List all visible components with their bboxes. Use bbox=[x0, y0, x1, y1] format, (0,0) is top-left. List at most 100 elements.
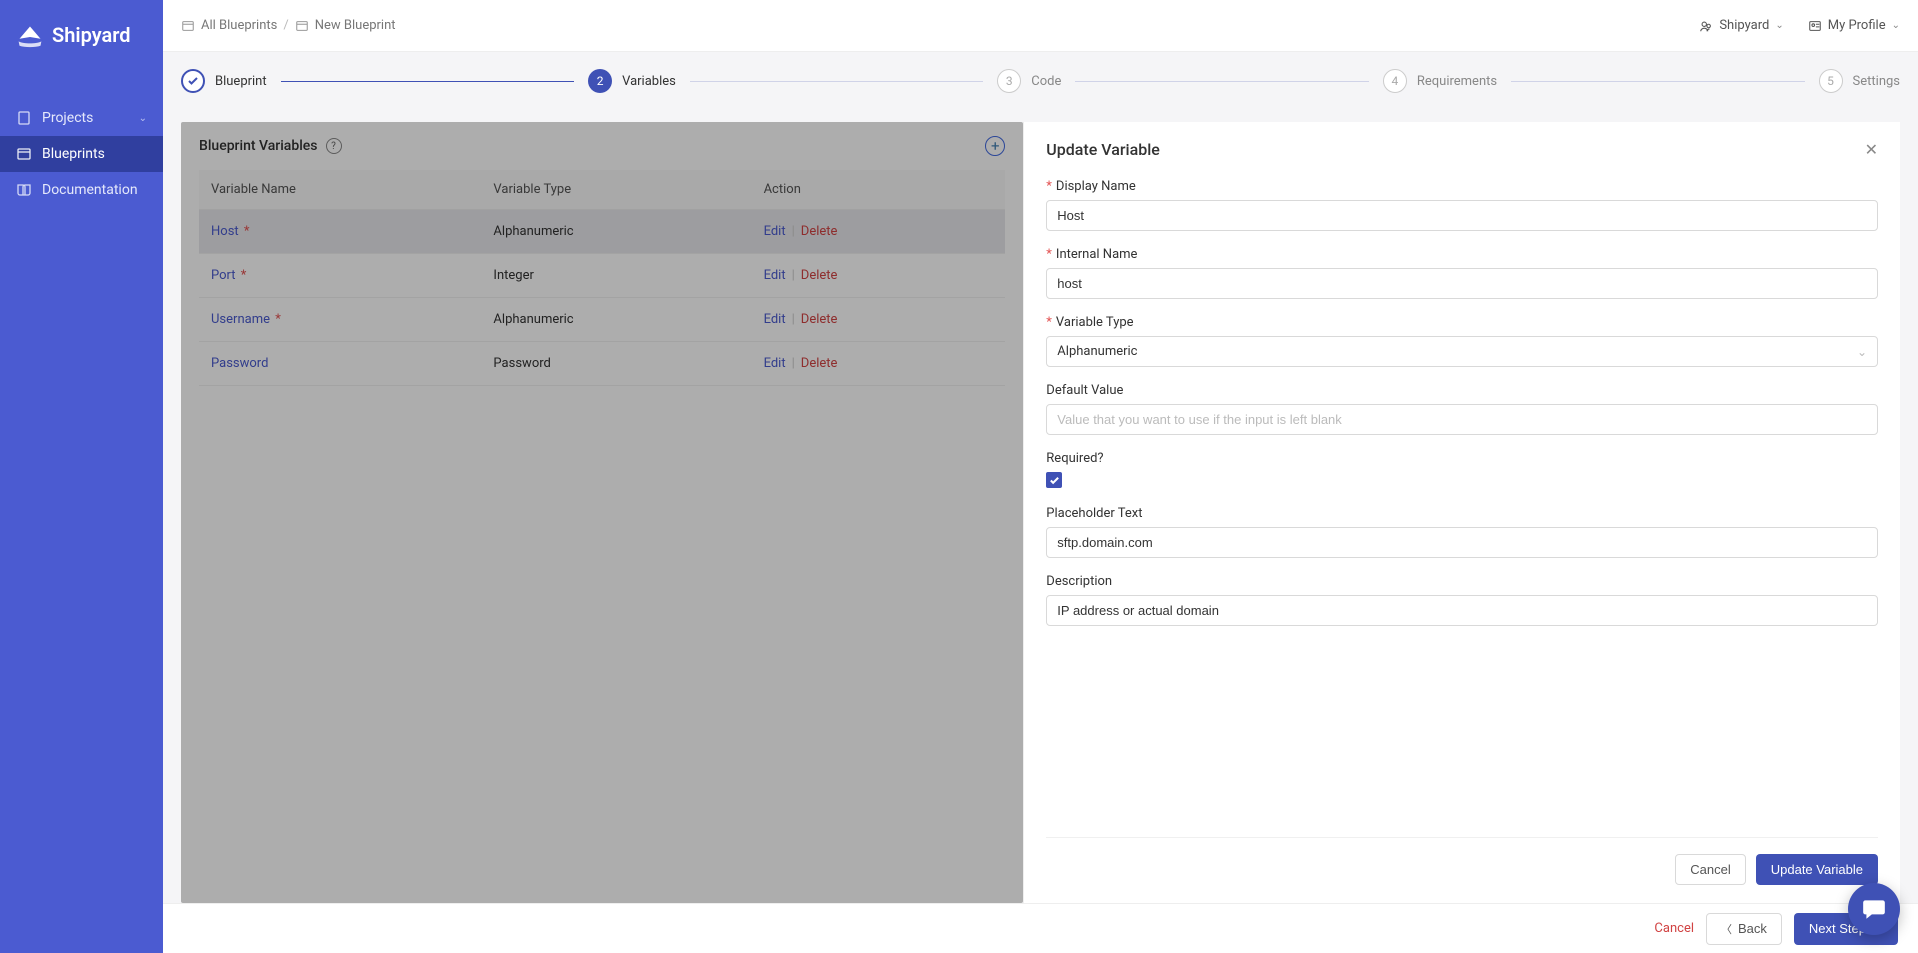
description-label: Description bbox=[1046, 574, 1878, 589]
edit-link[interactable]: Edit bbox=[764, 356, 786, 371]
required-checkbox[interactable] bbox=[1046, 472, 1062, 488]
variable-name-link[interactable]: Host bbox=[211, 224, 239, 239]
step-label: Variables bbox=[622, 74, 676, 89]
breadcrumb-current: New Blueprint bbox=[315, 18, 396, 33]
panel-title: Update Variable bbox=[1046, 140, 1160, 159]
variable-type-cell: Alphanumeric bbox=[481, 210, 751, 254]
breadcrumb: All Blueprints / New Blueprint bbox=[181, 18, 396, 33]
step-code[interactable]: 3 Code bbox=[997, 69, 1061, 93]
display-name-label: *Display Name bbox=[1046, 179, 1878, 194]
update-variable-panel: Update Variable ✕ *Display Name *Interna… bbox=[1023, 122, 1900, 903]
step-number: 4 bbox=[1383, 69, 1407, 93]
ship-icon bbox=[16, 23, 44, 47]
step-label: Requirements bbox=[1417, 74, 1497, 89]
profile-menu-label: My Profile bbox=[1828, 18, 1886, 33]
edit-link[interactable]: Edit bbox=[764, 312, 786, 327]
logo[interactable]: Shipyard bbox=[0, 0, 163, 70]
step-connector bbox=[281, 81, 574, 82]
action-separator: | bbox=[792, 356, 795, 371]
variable-name-link[interactable]: Password bbox=[211, 356, 268, 371]
placeholder-text-label: Placeholder Text bbox=[1046, 506, 1878, 521]
brand-name: Shipyard bbox=[52, 23, 131, 47]
chat-widget-button[interactable] bbox=[1848, 883, 1900, 935]
org-icon bbox=[1699, 19, 1713, 33]
variable-type-cell: Alphanumeric bbox=[481, 298, 751, 342]
col-variable-type: Variable Type bbox=[481, 170, 751, 210]
variables-table: Variable Name Variable Type Action Host … bbox=[199, 170, 1005, 386]
variable-type-select[interactable]: Alphanumeric ⌄ bbox=[1046, 336, 1878, 367]
close-icon[interactable]: ✕ bbox=[1865, 140, 1878, 159]
required-label: Required? bbox=[1046, 451, 1878, 466]
description-input[interactable] bbox=[1046, 595, 1878, 626]
main: All Blueprints / New Blueprint Shipyard … bbox=[163, 0, 1918, 953]
wizard-footer: Cancel 〈 Back Next Step 〉 bbox=[163, 903, 1918, 953]
org-menu[interactable]: Shipyard ⌄ bbox=[1699, 18, 1783, 33]
breadcrumb-link[interactable]: All Blueprints bbox=[201, 18, 277, 33]
step-number: 5 bbox=[1819, 69, 1843, 93]
update-variable-button[interactable]: Update Variable bbox=[1756, 854, 1878, 885]
step-connector bbox=[1075, 81, 1368, 82]
step-settings[interactable]: 5 Settings bbox=[1819, 69, 1900, 93]
step-label: Settings bbox=[1853, 74, 1900, 89]
table-row[interactable]: Port * Integer Edit | Delete bbox=[199, 254, 1005, 298]
step-requirements[interactable]: 4 Requirements bbox=[1383, 69, 1497, 93]
chevron-down-icon: ⌄ bbox=[1857, 345, 1867, 359]
internal-name-label: *Internal Name bbox=[1046, 247, 1878, 262]
sidebar-item-documentation[interactable]: Documentation bbox=[0, 172, 163, 208]
step-label: Code bbox=[1031, 74, 1061, 89]
step-variables[interactable]: 2 Variables bbox=[588, 69, 676, 93]
delete-link[interactable]: Delete bbox=[801, 356, 838, 371]
step-number: 3 bbox=[997, 69, 1021, 93]
variable-type-cell: Password bbox=[481, 342, 751, 386]
variables-panel: Blueprint Variables ? + Variable Name Va… bbox=[181, 122, 1023, 903]
sidebar-item-projects[interactable]: Projects ⌄ bbox=[0, 100, 163, 136]
table-row[interactable]: Username *AlphanumericEdit|Delete bbox=[199, 298, 1005, 342]
variable-type-label: *Variable Type bbox=[1046, 315, 1878, 330]
select-value: Alphanumeric bbox=[1057, 344, 1137, 359]
variable-name-link[interactable]: Port bbox=[211, 268, 236, 283]
sidebar-item-label: Projects bbox=[42, 110, 93, 126]
edit-link[interactable]: Edit bbox=[764, 224, 786, 239]
required-star-icon: * bbox=[238, 268, 247, 283]
org-menu-label: Shipyard bbox=[1719, 18, 1769, 33]
blueprint-icon bbox=[295, 19, 309, 33]
table-row[interactable]: Password Password Edit | Delete bbox=[199, 342, 1005, 386]
profile-menu[interactable]: My Profile ⌄ bbox=[1808, 18, 1900, 33]
file-icon bbox=[16, 110, 32, 126]
wizard-cancel-button[interactable]: Cancel bbox=[1654, 921, 1694, 936]
default-value-input[interactable] bbox=[1046, 404, 1878, 435]
delete-link[interactable]: Delete bbox=[801, 312, 838, 327]
edit-link[interactable]: Edit bbox=[764, 268, 786, 283]
cancel-button[interactable]: Cancel bbox=[1675, 854, 1745, 885]
sidebar-item-blueprints[interactable]: Blueprints bbox=[0, 136, 163, 172]
step-connector bbox=[690, 81, 983, 82]
delete-link[interactable]: Delete bbox=[801, 268, 838, 283]
required-star-icon: * bbox=[272, 312, 281, 327]
delete-link[interactable]: Delete bbox=[801, 224, 838, 239]
default-value-label: Default Value bbox=[1046, 383, 1878, 398]
add-variable-button[interactable]: + bbox=[985, 136, 1005, 156]
step-blueprint[interactable]: Blueprint bbox=[181, 69, 267, 93]
check-icon bbox=[181, 69, 205, 93]
blueprint-icon bbox=[16, 146, 32, 162]
wizard-back-button[interactable]: 〈 Back bbox=[1706, 913, 1782, 945]
action-separator: | bbox=[792, 268, 795, 283]
step-label: Blueprint bbox=[215, 74, 267, 89]
panel-title: Blueprint Variables bbox=[199, 138, 318, 154]
book-icon bbox=[16, 182, 32, 198]
chevron-down-icon: ⌄ bbox=[1775, 20, 1783, 31]
internal-name-input[interactable] bbox=[1046, 268, 1878, 299]
variable-name-link[interactable]: Username bbox=[211, 312, 270, 327]
topbar: All Blueprints / New Blueprint Shipyard … bbox=[163, 0, 1918, 52]
table-row[interactable]: Host *AlphanumericEdit|Delete bbox=[199, 210, 1005, 254]
placeholder-text-input[interactable] bbox=[1046, 527, 1878, 558]
stepper: Blueprint 2 Variables 3 Code 4 Requireme… bbox=[163, 52, 1918, 110]
chevron-down-icon: ⌄ bbox=[139, 113, 147, 124]
step-number: 2 bbox=[588, 69, 612, 93]
help-icon[interactable]: ? bbox=[326, 138, 342, 154]
breadcrumb-sep: / bbox=[283, 18, 288, 33]
variable-type-cell: Integer bbox=[481, 254, 751, 298]
chevron-left-icon: 〈 bbox=[1721, 921, 1732, 937]
display-name-input[interactable] bbox=[1046, 200, 1878, 231]
blueprint-icon bbox=[181, 19, 195, 33]
